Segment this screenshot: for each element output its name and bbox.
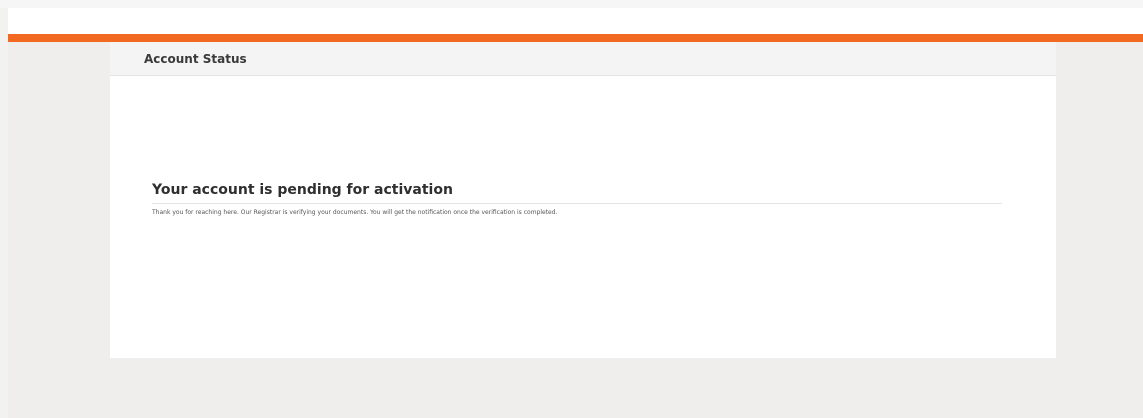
card-title: Account Status [144, 51, 247, 66]
top-header-bar [8, 8, 1143, 34]
verification-message: Thank you for reaching here. Our Registr… [152, 209, 558, 216]
account-status-card: Account Status Your account is pending f… [110, 42, 1056, 358]
left-edge [0, 8, 8, 418]
top-strip [0, 0, 1143, 8]
accent-bar [8, 34, 1143, 42]
card-body: Your account is pending for activation T… [110, 76, 1056, 358]
pending-activation-heading: Your account is pending for activation [152, 182, 1002, 204]
card-header: Account Status [110, 42, 1056, 76]
